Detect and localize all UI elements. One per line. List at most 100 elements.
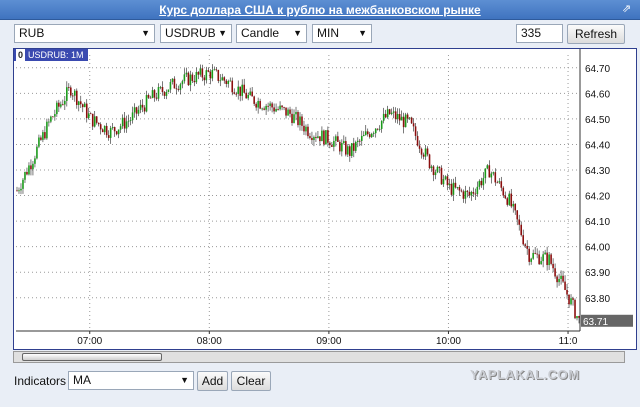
candle-body	[424, 148, 427, 157]
candle-body	[462, 191, 465, 199]
candle-body	[285, 107, 287, 116]
candle-body	[476, 186, 479, 195]
candle-body	[550, 254, 552, 264]
candle-body	[93, 116, 96, 127]
indicators-label: Indicators	[14, 374, 67, 388]
candle-body	[85, 103, 88, 119]
candle-body	[341, 143, 343, 152]
add-indicator-button[interactable]: Add	[197, 371, 228, 391]
scrollbar-thumb[interactable]	[22, 353, 162, 361]
candle-body	[263, 108, 265, 110]
candle-body	[247, 94, 249, 99]
y-tick-label: 64.70	[585, 64, 610, 75]
candle-body	[195, 72, 198, 83]
candle-body	[474, 193, 477, 195]
candle-body	[490, 173, 493, 178]
candle-body	[478, 180, 481, 187]
candle-body	[105, 125, 108, 136]
candle-body	[486, 165, 489, 169]
external-link-icon[interactable]: ⇗	[622, 3, 634, 15]
candle-body	[572, 298, 574, 300]
candle-body	[370, 133, 373, 138]
candle-body	[412, 123, 415, 127]
candle-body	[187, 72, 190, 86]
candle-body	[111, 127, 114, 129]
candle-body	[277, 109, 279, 110]
candle-body	[388, 109, 391, 115]
candle-body	[185, 72, 188, 75]
candle-body	[181, 81, 184, 85]
interval-select[interactable]: MIN ▼	[312, 24, 372, 43]
candle-body	[406, 114, 409, 119]
candle-body	[335, 136, 337, 141]
candle-body	[287, 109, 289, 116]
candle-body	[520, 224, 523, 236]
candle-body	[291, 113, 293, 123]
y-tick-label: 64.50	[585, 115, 610, 126]
candle-body	[494, 172, 497, 183]
chart-tab[interactable]: 0 USDRUB: 1M	[14, 49, 88, 61]
candle-body	[207, 70, 210, 72]
candle-body	[506, 198, 509, 205]
clear-indicators-button[interactable]: Clear	[231, 371, 271, 391]
candle-body	[345, 141, 347, 155]
candle-body	[496, 182, 499, 184]
candle-body	[58, 102, 60, 107]
candle-body	[436, 166, 439, 173]
x-tick-label: 11:0	[559, 336, 578, 347]
candle-body	[546, 252, 548, 266]
candle-body	[438, 166, 441, 168]
chart-scrollbar[interactable]	[13, 351, 625, 363]
candle-body	[416, 135, 419, 146]
candle-body	[309, 136, 311, 138]
candle-body	[283, 107, 285, 109]
chevron-down-icon: ▼	[218, 28, 227, 38]
currency-select[interactable]: RUB ▼	[14, 24, 155, 43]
candle-body	[139, 104, 142, 110]
candle-body	[225, 80, 228, 84]
candle-body	[464, 190, 467, 199]
candle-body	[566, 289, 568, 295]
refresh-button[interactable]: Refresh	[567, 24, 625, 44]
candle-body	[484, 168, 487, 179]
chart-type-select[interactable]: Candle ▼	[236, 24, 307, 43]
y-tick-label: 64.00	[585, 243, 610, 254]
candle-body	[482, 178, 485, 186]
window-title[interactable]: Курс доллара США к рублю на межбанковско…	[0, 3, 640, 17]
candlestick-chart: 64.70 64.60 64.50 64.40 64.30 64.20 64.10 64.00…	[16, 49, 633, 347]
chart-area[interactable]: 64.70 64.60 64.50 64.40 64.30 64.20 64.10 64.00…	[13, 48, 637, 350]
candle-body	[129, 120, 132, 121]
indicator-select-value: MA	[73, 373, 91, 387]
candle-body	[99, 124, 102, 130]
y-tick-label: 64.20	[585, 192, 610, 203]
candle-body	[362, 134, 365, 137]
candle-body	[245, 92, 247, 99]
candle-body	[354, 141, 357, 151]
candle-body	[327, 130, 329, 143]
candle-body	[117, 129, 120, 135]
candle-body	[97, 122, 100, 125]
candle-body	[452, 182, 455, 195]
candle-body	[18, 190, 20, 192]
candle-body	[402, 116, 405, 128]
indicator-select[interactable]: MA ▼	[68, 371, 194, 390]
candle-body	[281, 105, 283, 108]
candle-body	[454, 182, 457, 188]
candle-body	[75, 90, 78, 105]
candle-body	[376, 128, 379, 130]
candle-body	[56, 102, 58, 115]
candle-body	[356, 140, 359, 142]
candle-body	[317, 136, 319, 138]
candle-body	[73, 90, 76, 96]
instrument-select[interactable]: USDRUB ▼	[160, 24, 232, 43]
candle-body	[259, 101, 261, 109]
candle-body	[143, 107, 146, 112]
candle-body	[408, 117, 411, 119]
candle-body	[366, 131, 369, 135]
candle-body	[456, 187, 459, 188]
candle-body	[227, 81, 230, 84]
candle-body	[163, 92, 166, 96]
candle-body	[398, 114, 401, 121]
bars-count-input[interactable]: 335	[516, 24, 563, 43]
candle-body	[299, 116, 301, 126]
